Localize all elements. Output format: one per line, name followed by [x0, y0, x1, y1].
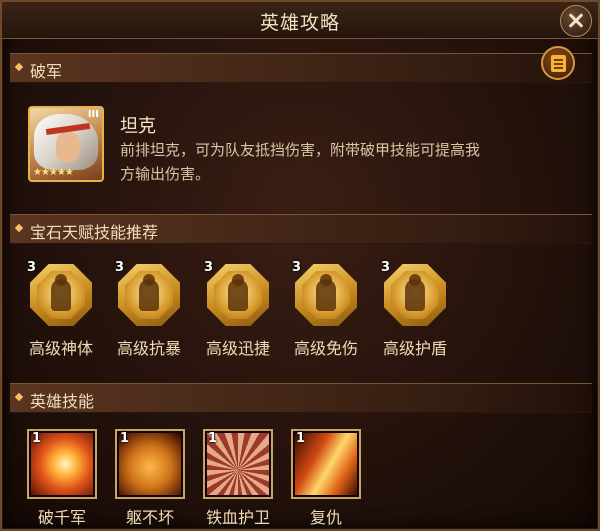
- gem-talent-4[interactable]: 3: [292, 260, 357, 326]
- gem-name-5: 高级护盾: [382, 339, 447, 358]
- notes-button[interactable]: [541, 46, 575, 80]
- close-icon[interactable]: [560, 5, 592, 37]
- section-title-hero: 破军: [30, 62, 63, 81]
- section-title-skills: 英雄技能: [30, 392, 95, 411]
- gem-level: 3: [204, 260, 214, 275]
- skill-name-3: 铁血护卫: [205, 508, 270, 527]
- gem-level: 3: [115, 260, 125, 275]
- skill-name-2: 躯不坏: [125, 508, 174, 527]
- gem-name-2: 高级抗暴: [116, 339, 181, 358]
- window-title: 英雄攻略: [259, 12, 340, 34]
- gem-name-3: 高级迅捷: [205, 339, 270, 358]
- diamond-bullet-icon: [14, 223, 24, 233]
- skill-slot-1[interactable]: 1: [27, 429, 97, 499]
- gem-talent-1[interactable]: 3: [27, 260, 92, 326]
- skill-level: 1: [296, 431, 306, 446]
- gem-talent-5[interactable]: 3: [381, 260, 446, 326]
- hero-description-line-2: 方输出伤害。: [120, 165, 211, 183]
- gem-talent-3[interactable]: 3: [204, 260, 269, 326]
- section-header-skills: 英雄技能: [10, 383, 592, 413]
- section-title-gems: 宝石天赋技能推荐: [30, 223, 159, 242]
- gem-level: 3: [27, 260, 37, 275]
- hero-role: 坦克: [120, 116, 156, 137]
- gem-name-4: 高级免伤: [293, 339, 358, 358]
- skill-level: 1: [208, 431, 218, 446]
- skill-slot-4[interactable]: 1: [291, 429, 361, 499]
- hero-description: 前排坦克，可为队友抵挡伤害，附带破甲技能可提高我 方输出伤害。: [120, 138, 570, 186]
- gem-level: 3: [381, 260, 391, 275]
- skill-level: 1: [32, 431, 42, 446]
- section-header-gems: 宝石天赋技能推荐: [10, 214, 592, 244]
- skill-slot-3[interactable]: 1: [203, 429, 273, 499]
- skill-name-4: 复仇: [309, 508, 342, 527]
- gem-level: 3: [292, 260, 302, 275]
- skill-slot-2[interactable]: 1: [115, 429, 185, 499]
- hero-guide-panel: 英雄攻略 破军 III ★★★★★ 坦克 前排坦克，可为队友抵挡伤害，附带破甲技…: [0, 0, 600, 531]
- gem-name-1: 高级神体: [28, 339, 93, 358]
- hero-rank: III: [87, 109, 99, 120]
- hero-portrait[interactable]: III ★★★★★: [28, 106, 104, 182]
- diamond-bullet-icon: [14, 62, 24, 72]
- section-header-hero: 破军: [10, 53, 592, 83]
- diamond-bullet-icon: [14, 392, 24, 402]
- title-bar: 英雄攻略: [2, 2, 598, 39]
- hero-description-line-1: 前排坦克，可为队友抵挡伤害，附带破甲技能可提高我: [120, 141, 481, 159]
- notes-icon: [551, 55, 566, 72]
- skill-name-1: 破千军: [37, 508, 86, 527]
- skill-level: 1: [120, 431, 130, 446]
- hero-stars: ★★★★★: [33, 167, 74, 178]
- gem-talent-2[interactable]: 3: [115, 260, 180, 326]
